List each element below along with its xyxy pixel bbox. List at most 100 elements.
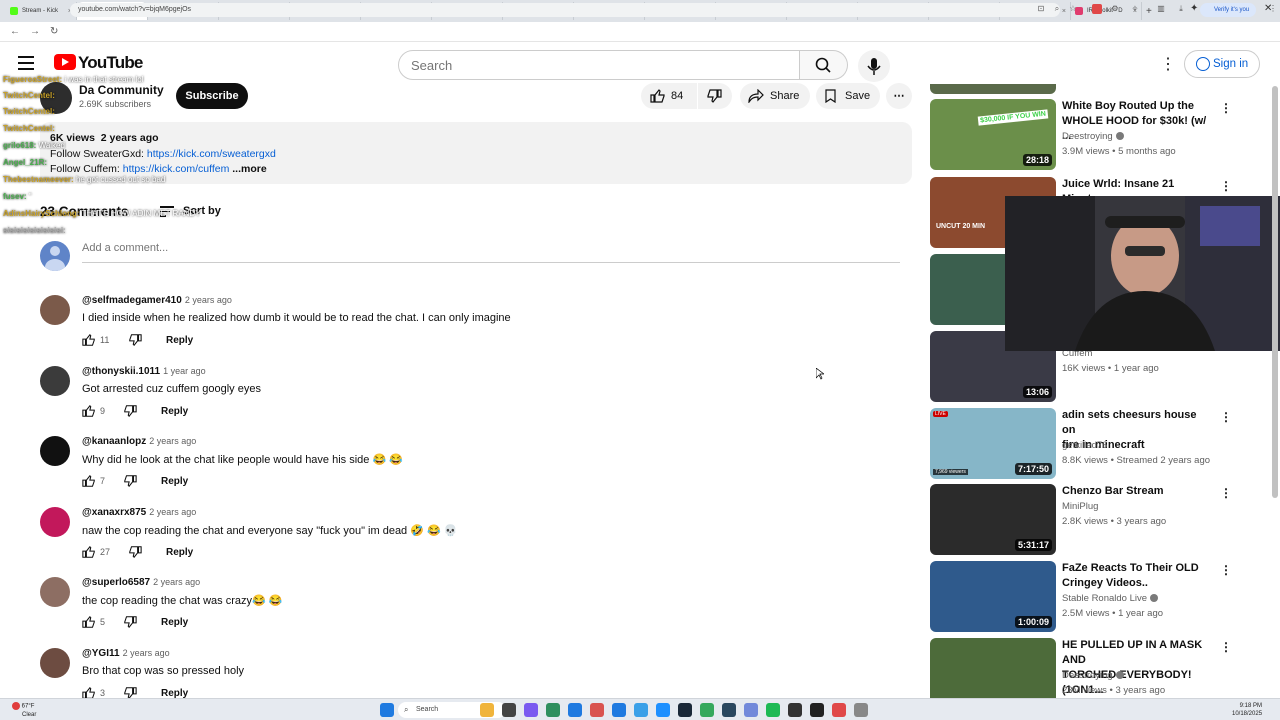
taskbar-app-icon[interactable]: [722, 703, 736, 717]
video-channel[interactable]: Deestroying: [1062, 131, 1124, 142]
commenter-avatar[interactable]: [40, 295, 70, 325]
taskbar-app-icon[interactable]: [810, 703, 824, 717]
like-button[interactable]: 84: [641, 83, 697, 109]
commenter-handle[interactable]: @selfmadegamer410: [82, 295, 182, 306]
share-button[interactable]: Share: [740, 83, 810, 109]
taskbar-app-icon[interactable]: [480, 703, 494, 717]
channel-name[interactable]: Da Community: [79, 83, 164, 97]
video-menu-icon[interactable]: ⋮: [1220, 486, 1232, 500]
commenter-avatar[interactable]: [40, 366, 70, 396]
settings-menu-icon[interactable]: ⋮: [1160, 54, 1176, 74]
reload-icon[interactable]: ↻: [50, 26, 58, 37]
bookmark-star-icon[interactable]: ☆: [1068, 4, 1078, 14]
taskbar-app-icon[interactable]: [678, 703, 692, 717]
thumbs-down-icon[interactable]: [128, 333, 142, 347]
reply-button[interactable]: Reply: [166, 547, 193, 558]
install-app-icon[interactable]: ⊡: [1036, 4, 1046, 14]
taskbar-app-icon[interactable]: [700, 703, 714, 717]
recommended-video[interactable]: $30,000 IF YOU WIN 28:18 White Boy Routed …: [930, 99, 1260, 171]
url-field[interactable]: youtube.com/watch?v=bjqM6pgejOs: [70, 3, 1060, 17]
video-channel[interactable]: getkilled76: [1062, 440, 1107, 451]
video-title[interactable]: Chenzo Bar Stream: [1062, 484, 1212, 499]
back-icon[interactable]: ←: [10, 26, 20, 37]
description-link[interactable]: https://kick.com/sweatergxd: [147, 148, 276, 160]
thumbs-down-icon[interactable]: [123, 474, 137, 488]
taskbar-app-icon[interactable]: [524, 703, 538, 717]
extensions-icon[interactable]: ✦: [1190, 3, 1198, 14]
reply-button[interactable]: Reply: [161, 476, 188, 487]
new-tab-icon[interactable]: +: [1146, 6, 1152, 17]
more-actions-button[interactable]: ⋯: [886, 83, 912, 109]
thumbs-down-icon[interactable]: [123, 615, 137, 629]
comment-time[interactable]: 2 years ago: [185, 295, 232, 305]
verify-profile-button[interactable]: Verify it's you: [1200, 3, 1256, 17]
video-menu-icon[interactable]: ⋮: [1220, 563, 1232, 577]
search-input[interactable]: [398, 50, 800, 80]
taskbar-app-icon[interactable]: [744, 703, 758, 717]
download-icon[interactable]: ⤓: [1176, 4, 1186, 14]
zoom-icon[interactable]: ⌕: [1052, 4, 1062, 14]
video-thumbnail[interactable]: 5:31:17: [930, 484, 1056, 555]
thumbs-up-icon[interactable]: [82, 404, 96, 418]
thumbs-up-icon[interactable]: [82, 474, 96, 488]
comment-time[interactable]: 2 years ago: [153, 577, 200, 587]
voice-search-button[interactable]: [858, 50, 890, 82]
comment-time[interactable]: 2 years ago: [149, 436, 196, 446]
commenter-handle[interactable]: @thonyskii.1011: [82, 366, 160, 377]
youtube-logo-icon[interactable]: [54, 54, 76, 70]
recommended-video[interactable]: LIVE 7,969 viewers 7:17:50 adin sets cheesu…: [930, 408, 1260, 480]
tab-close-icon[interactable]: ×: [1062, 8, 1066, 15]
extensions-puzzle-icon[interactable]: ✧: [1130, 4, 1140, 14]
taskbar-app-icon[interactable]: [590, 703, 604, 717]
show-more-link[interactable]: ...more: [232, 163, 266, 175]
subscribe-button[interactable]: Subscribe: [176, 83, 248, 109]
comment-time[interactable]: 1 year ago: [163, 366, 206, 376]
video-thumbnail[interactable]: [930, 84, 1056, 94]
commenter-avatar[interactable]: [40, 577, 70, 607]
video-thumbnail[interactable]: $30,000 IF YOU WIN 28:18: [930, 99, 1056, 170]
youtube-logo-text[interactable]: YouTube: [78, 53, 143, 73]
sidebar-icon[interactable]: ▥: [1156, 4, 1166, 14]
taskbar-app-icon[interactable]: [656, 703, 670, 717]
comment-time[interactable]: 2 years ago: [149, 507, 196, 517]
recommended-video[interactable]: 1:00:09 FaZe Reacts To Their OLD Cringey V…: [930, 561, 1260, 633]
commenter-avatar[interactable]: [40, 507, 70, 537]
taskbar-app-icon[interactable]: [502, 703, 516, 717]
commenter-handle[interactable]: @xanaxrx875: [82, 507, 146, 518]
reply-button[interactable]: Reply: [161, 617, 188, 628]
video-thumbnail[interactable]: 1:00:09: [930, 561, 1056, 632]
thumbs-up-icon[interactable]: [82, 615, 96, 629]
sign-in-button[interactable]: Sign in: [1184, 50, 1260, 78]
video-channel[interactable]: Deestroying: [1062, 670, 1124, 681]
commenter-avatar[interactable]: [40, 648, 70, 678]
video-menu-icon[interactable]: ⋮: [1220, 410, 1232, 424]
hamburger-menu-icon[interactable]: [18, 56, 34, 70]
commenter-handle[interactable]: @superlo6587: [82, 577, 150, 588]
taskbar-app-icon[interactable]: [832, 703, 846, 717]
comment-time[interactable]: 2 years ago: [123, 648, 170, 658]
dislike-button[interactable]: [698, 83, 732, 109]
taskbar-app-icon[interactable]: [766, 703, 780, 717]
extension-icon[interactable]: ⚙: [1110, 4, 1120, 14]
thumbs-up-icon[interactable]: [82, 333, 96, 347]
system-clock[interactable]: 9:18 PM 10/18/2025: [1232, 702, 1262, 718]
description-link[interactable]: https://kick.com/cuffem: [123, 163, 230, 175]
browser-tab[interactable]: Stream - Kick×: [6, 2, 77, 20]
video-channel[interactable]: MiniPlug: [1062, 501, 1098, 512]
browser-menu-icon[interactable]: ⋮: [1268, 4, 1278, 14]
video-menu-icon[interactable]: ⋮: [1220, 179, 1232, 193]
forward-icon[interactable]: →: [30, 26, 40, 37]
commenter-avatar[interactable]: [40, 436, 70, 466]
weather-widget[interactable]: 67°F Clear: [12, 702, 36, 719]
thumbs-down-icon[interactable]: [128, 545, 142, 559]
windows-start-icon[interactable]: [380, 703, 394, 717]
extension-icon[interactable]: [1092, 4, 1102, 14]
video-channel[interactable]: Stable Ronaldo Live: [1062, 593, 1159, 604]
video-thumbnail[interactable]: LIVE 7,969 viewers 7:17:50: [930, 408, 1056, 479]
taskbar-app-icon[interactable]: [634, 703, 648, 717]
add-comment-input[interactable]: [82, 242, 900, 263]
video-description[interactable]: 6K views 2 years ago Follow SweaterGxd: …: [40, 122, 912, 184]
commenter-handle[interactable]: @kanaanlopz: [82, 436, 146, 447]
video-menu-icon[interactable]: ⋮: [1220, 640, 1232, 654]
reply-button[interactable]: Reply: [161, 406, 188, 417]
